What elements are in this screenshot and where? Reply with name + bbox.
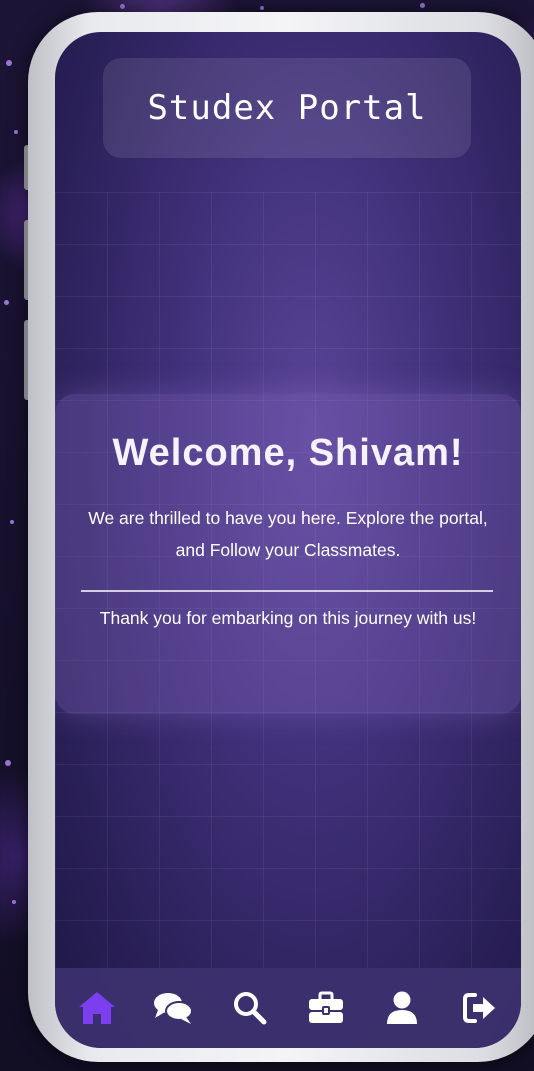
nav-profile[interactable]	[378, 984, 426, 1032]
bokeh-dot	[6, 60, 12, 66]
bokeh-dot	[420, 3, 425, 8]
search-icon	[233, 992, 267, 1025]
nav-jobs[interactable]	[302, 984, 350, 1032]
app-header: Studex Portal	[103, 58, 471, 158]
nav-logout[interactable]	[455, 984, 503, 1032]
nav-chat[interactable]	[149, 984, 197, 1032]
phone-screen: Studex Portal Welcome, Shivam! We are th…	[55, 32, 521, 1048]
app-title: Studex Portal	[147, 88, 427, 128]
welcome-message: We are thrilled to have you here. Explor…	[88, 508, 488, 560]
nav-search[interactable]	[226, 984, 274, 1032]
briefcase-icon	[309, 991, 344, 1023]
bokeh-dot	[260, 6, 264, 10]
bokeh-dot	[4, 300, 9, 305]
logout-icon	[462, 993, 495, 1023]
thanks-message: Thank you for embarking on this journey …	[99, 608, 477, 628]
bokeh-dot	[120, 4, 125, 9]
home-icon	[79, 992, 116, 1024]
welcome-heading: Welcome, Shivam!	[112, 432, 464, 474]
bokeh-dot	[10, 520, 14, 524]
bokeh-dot	[5, 760, 11, 766]
bottom-nav-bar	[55, 968, 521, 1048]
bokeh-dot	[12, 900, 16, 904]
user-icon	[387, 991, 418, 1024]
bokeh-dot	[14, 130, 18, 134]
nav-home[interactable]	[73, 984, 121, 1032]
divider	[81, 590, 493, 592]
chat-icon	[154, 993, 194, 1024]
welcome-card: Welcome, Shivam! We are thrilled to have…	[55, 394, 521, 714]
